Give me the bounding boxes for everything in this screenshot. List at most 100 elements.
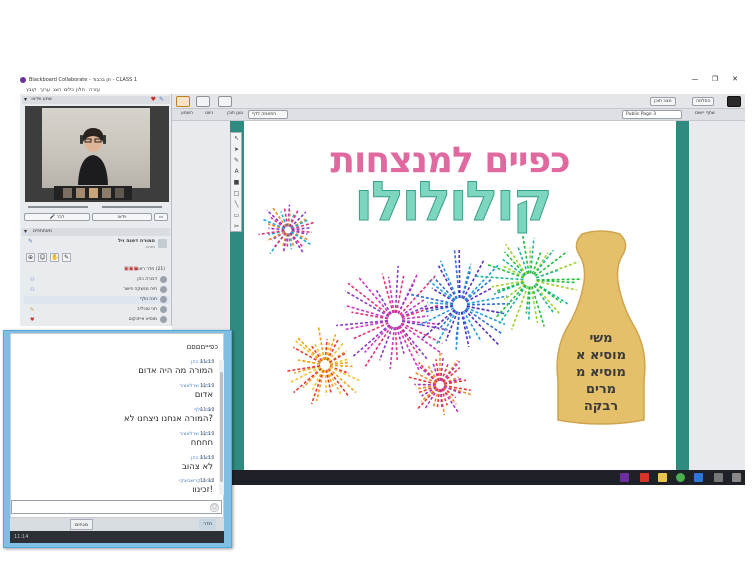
video-thumbnail[interactable]: [114, 187, 125, 199]
menu-help[interactable]: עזרה: [89, 87, 100, 93]
close-button[interactable]: ✕: [728, 75, 742, 85]
minimize-button[interactable]: —: [688, 75, 702, 85]
firework-streak: [258, 229, 285, 236]
load-content-label[interactable]: טען תוכן: [224, 110, 246, 119]
settings-icon[interactable]: ✎: [159, 96, 164, 103]
text-tool-icon[interactable]: A: [232, 167, 241, 176]
video-button[interactable]: וידאו: [92, 213, 152, 221]
firework-streak: [439, 260, 458, 299]
status-icon: ⚇: [30, 277, 35, 283]
select-tool-icon[interactable]: ↖: [232, 134, 241, 143]
tab-moderators[interactable]: מנחים: [70, 519, 94, 530]
chat-scrollbar[interactable]: [219, 360, 224, 495]
hand-raise-icon[interactable]: ✋: [50, 253, 59, 262]
restore-button[interactable]: ❐: [708, 75, 722, 85]
firework-streak: [432, 362, 440, 382]
avatar: [160, 296, 167, 303]
zoom-select[interactable]: התאמה לדף: [248, 110, 288, 119]
participant-row[interactable]: מוסיא אייזנקוט ♥: [24, 316, 169, 324]
task-view-icon[interactable]: [714, 473, 723, 482]
line-tool-icon[interactable]: ╲: [232, 200, 241, 209]
fireworks-image: [258, 204, 580, 416]
participant-row[interactable]: חנה וולף: [24, 296, 169, 304]
folder-taskbar-icon[interactable]: [658, 473, 667, 482]
page-select[interactable]: Public Page 3: [622, 110, 682, 119]
edit-icon[interactable]: ✎: [62, 253, 71, 262]
volume-controls: [24, 203, 170, 211]
moderator-row[interactable]: המורה דפנה ויל מנחה ✎: [24, 238, 169, 250]
clipart-tool-icon[interactable]: ✂: [232, 222, 241, 231]
firework-streak: [326, 338, 340, 361]
app-share-icon[interactable]: [196, 96, 210, 107]
firework-streak: [336, 319, 388, 327]
menu-view[interactable]: הצג: [53, 87, 61, 93]
winner-name: מוסיא מ: [576, 365, 626, 380]
collapse-icon[interactable]: ▾: [24, 228, 27, 235]
video-thumbnail[interactable]: [88, 187, 99, 199]
fill-tool-icon[interactable]: ■: [232, 178, 241, 187]
chat-message: מרים קרשביצקי !זכינוו 11:13: [179, 478, 215, 495]
help-button[interactable]: הסלמה: [692, 97, 715, 106]
whiteboard-icon[interactable]: [176, 96, 190, 107]
rectangle-tool-icon[interactable]: □: [232, 189, 241, 198]
speaker-volume-slider[interactable]: [28, 206, 88, 208]
chat-message: חנה וולף ?המורה אנחנו ניצחנו לא 11:13: [123, 407, 215, 424]
video-thumbnail[interactable]: [75, 187, 86, 199]
chat-input[interactable]: ☺: [11, 500, 222, 514]
winner-name: משי: [589, 331, 613, 346]
chat-message: דבורה כהן המורה מה היה אדום 11:13: [138, 359, 215, 376]
bb-logo-icon: [727, 96, 741, 107]
participants-header: משתתפים ▾: [22, 228, 170, 236]
zoom-icon[interactable]: ⊕: [26, 253, 35, 262]
firework-streak: [324, 339, 328, 361]
screen: { "window": { "title": "Blackboard Colla…: [0, 0, 756, 567]
menu-window[interactable]: חלון: [76, 87, 85, 93]
main-toolbar: מצב תוכן הסלמה: [172, 94, 745, 109]
firework-streak: [455, 311, 461, 342]
menu-edit[interactable]: ערוך: [40, 87, 50, 93]
chrome-taskbar-icon[interactable]: [676, 473, 685, 482]
firework-streak: [437, 265, 458, 300]
pen-tool-icon[interactable]: ✎: [232, 156, 241, 165]
webcam-person-image: [78, 128, 108, 185]
video-thumbnail[interactable]: [101, 187, 112, 199]
slide-frame-right: [676, 121, 689, 470]
window-titlebar: Blackboard Collaborate - תן בכבוד - CLAS…: [18, 74, 745, 86]
explore-label[interactable]: ניווט: [202, 110, 216, 119]
participant-row[interactable]: חני טוכליב ✎: [24, 306, 169, 314]
menu-file[interactable]: קובץ: [26, 87, 37, 93]
pdf-taskbar-icon[interactable]: [640, 473, 649, 482]
follow-button[interactable]: מצב תוכן: [650, 97, 676, 106]
chat-message: דבורה כהן לא צהוב 11:13: [181, 455, 215, 472]
screen-tool-icon[interactable]: ▭: [232, 211, 241, 220]
heart-icon[interactable]: ♥: [151, 96, 156, 103]
mic-volume-slider[interactable]: [102, 206, 162, 208]
participant-row[interactable]: דבורה כהן ⚇: [24, 276, 169, 284]
firework-streak: [439, 358, 444, 381]
avatar: [160, 306, 167, 313]
participant-row[interactable]: חיה מנשקה פישר ⚇: [24, 286, 169, 294]
collaborate-taskbar-icon[interactable]: [620, 473, 629, 482]
heart-icon: ♥: [30, 317, 35, 323]
share-app-label[interactable]: שתף יישום: [692, 110, 718, 119]
tab-room[interactable]: חדר: [199, 519, 216, 530]
firework-streak: [464, 278, 493, 302]
collapse-icon[interactable]: ▾: [24, 96, 27, 103]
emoticon-icon[interactable]: ☺: [210, 503, 219, 512]
video-thumbnail[interactable]: [62, 187, 73, 199]
video-thumbnails: [54, 186, 132, 200]
camera-button[interactable]: ▭: [154, 213, 168, 221]
word-taskbar-icon[interactable]: [694, 473, 703, 482]
firework-streak: [533, 284, 554, 313]
pointer-tool-icon[interactable]: ➤: [232, 145, 241, 154]
recording-label[interactable]: השמע: [178, 110, 196, 119]
scroll-thumb[interactable]: [220, 372, 223, 482]
emoticon-icon[interactable]: ☺: [38, 253, 47, 262]
menu-tools[interactable]: כלים: [64, 87, 74, 93]
search-icon[interactable]: [732, 473, 741, 482]
firework-streak: [344, 304, 389, 319]
status-icons: ▣▣▣: [124, 266, 139, 272]
firework-streak: [466, 307, 506, 326]
talk-button[interactable]: 🎤 דבר: [24, 213, 90, 221]
web-tour-icon[interactable]: [218, 96, 232, 107]
